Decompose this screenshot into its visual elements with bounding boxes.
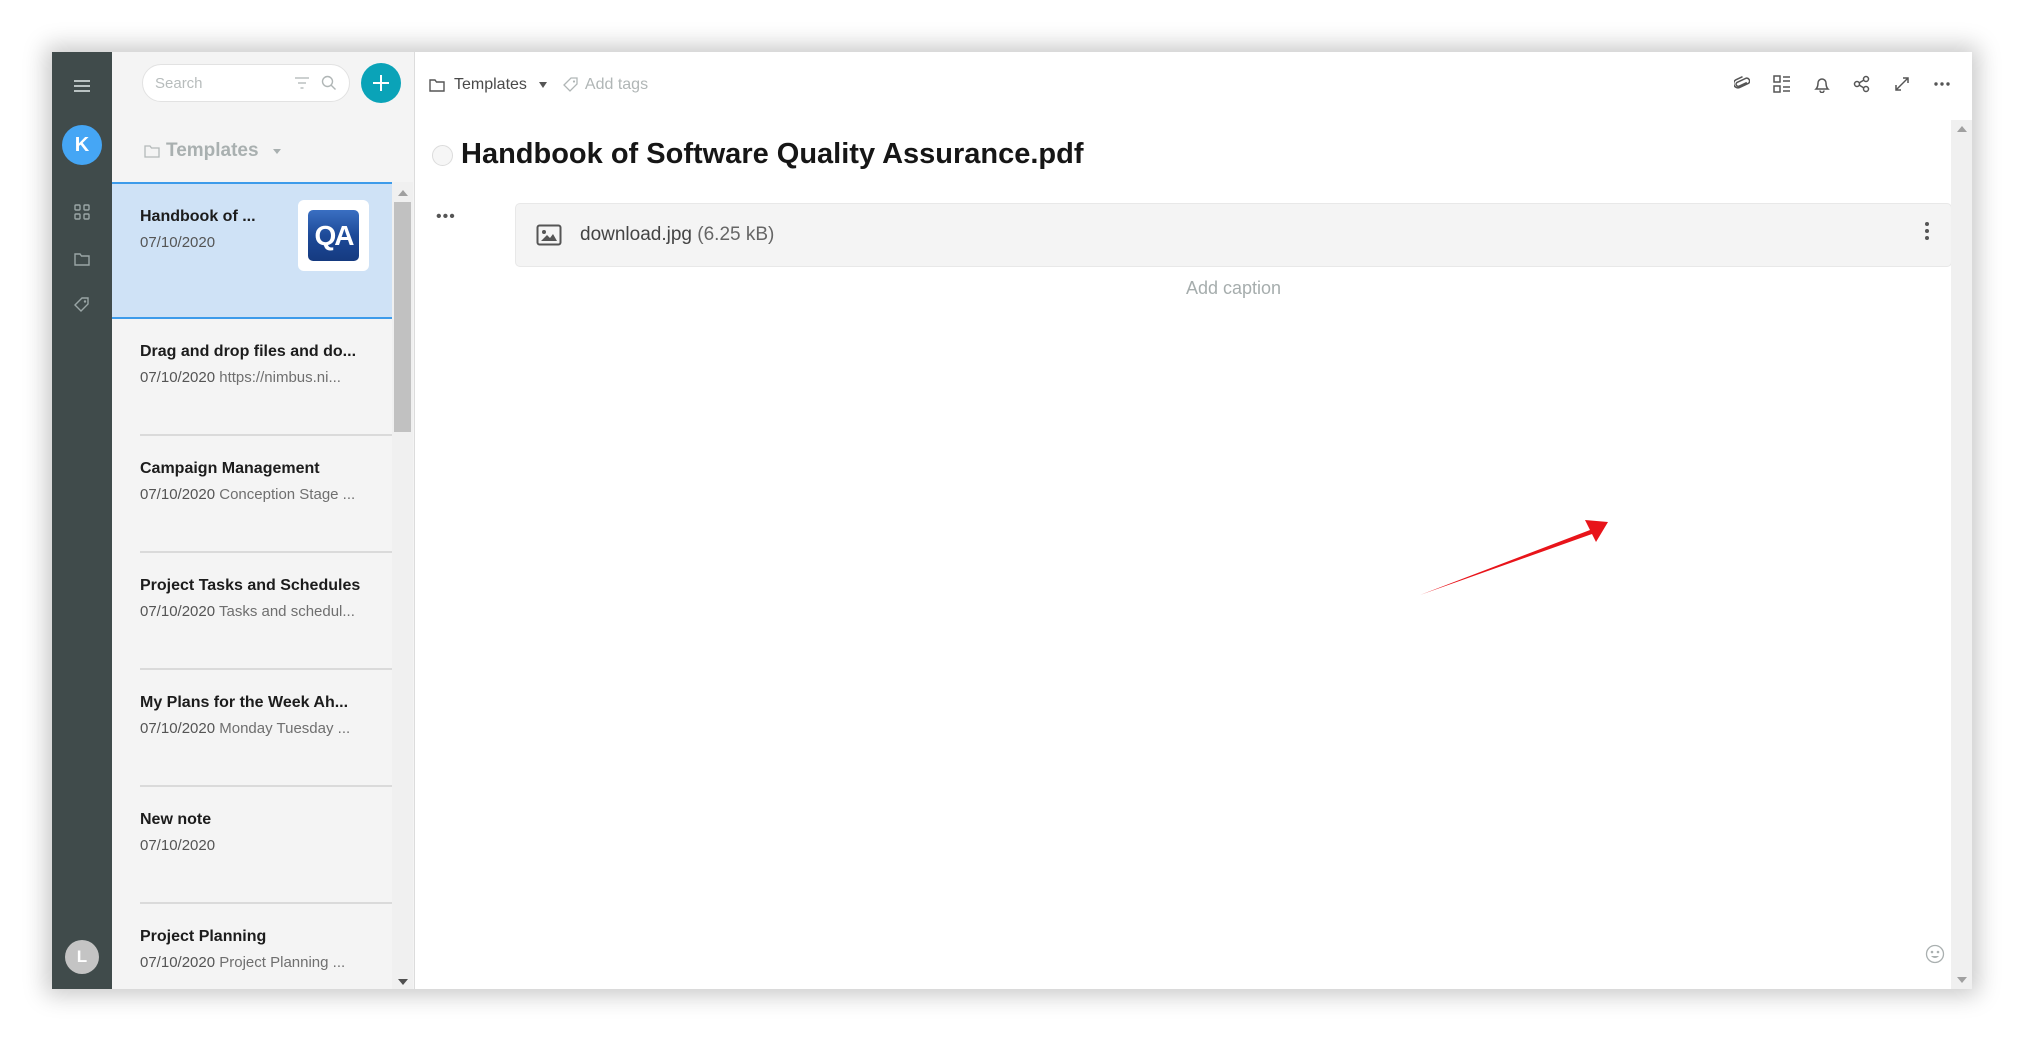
note-date: 07/10/2020 [140, 603, 216, 620]
attachment-name: download.jpg (6.25 kB) [580, 224, 774, 246]
note-list-item[interactable]: Campaign Management 07/10/2020 Conception… [112, 436, 392, 553]
note-editor: Templates Add tags Handbook of Software … [415, 52, 1972, 989]
search-input[interactable]: Search [142, 64, 350, 102]
file-size: (6.25 kB) [697, 224, 775, 245]
note-date: 07/10/2020 [140, 234, 216, 251]
note-title: Handbook of ... [140, 208, 256, 225]
note-list-item[interactable]: Project Tasks and Schedules 07/10/2020 Ta… [112, 553, 392, 670]
attachment-block[interactable]: download.jpg (6.25 kB) [515, 203, 1952, 267]
plus-icon [373, 75, 389, 91]
scroll-up-icon[interactable] [1957, 126, 1967, 132]
scroll-up-icon[interactable] [398, 190, 408, 196]
note-list-item[interactable]: Handbook of ... 07/10/2020 QA [112, 182, 392, 319]
folder-selector[interactable]: Templates [144, 140, 281, 162]
note-list-item[interactable]: New note 07/10/2020 [112, 787, 392, 904]
qa-logo: QA [308, 210, 359, 261]
attachment-menu-icon[interactable] [1925, 222, 1929, 240]
note-meta: 07/10/2020 Project Planning ... [140, 954, 345, 971]
scroll-down-icon[interactable] [1957, 977, 1967, 983]
note-preview: Monday Tuesday ... [219, 720, 351, 737]
nav-rail: K L [52, 52, 112, 989]
note-meta: 07/10/2020 Tasks and schedul... [140, 603, 355, 620]
bell-icon[interactable] [1812, 74, 1832, 94]
note-list-item[interactable]: My Plans for the Week Ah... 07/10/2020 Mo… [112, 670, 392, 787]
folder-name: Templates [166, 140, 259, 161]
note-title: New note [140, 811, 212, 828]
chevron-down-icon [272, 148, 281, 154]
note-title: Campaign Management [140, 460, 320, 477]
note-status-checkbox[interactable] [432, 145, 453, 166]
notes-scrollbar[interactable] [392, 182, 413, 989]
notes-list: Handbook of ... 07/10/2020 QA Drag and dro… [112, 182, 392, 989]
emoji-icon[interactable] [1925, 944, 1945, 969]
block-handle-icon[interactable]: ••• [436, 208, 456, 226]
user-avatar[interactable]: K [62, 125, 102, 165]
image-file-icon [536, 224, 562, 251]
folder-icon [429, 79, 445, 92]
note-meta: 07/10/2020 [140, 234, 215, 251]
file-name: download.jpg [580, 224, 692, 245]
app-window: K L Search Templates Handbook of ... 07/… [52, 52, 1972, 989]
expand-icon[interactable] [1892, 74, 1912, 94]
breadcrumb: Templates Add tags [429, 76, 648, 94]
more-icon[interactable] [1932, 74, 1952, 94]
search-icon[interactable] [321, 75, 337, 96]
folder-icon [144, 145, 160, 158]
note-title: Project Tasks and Schedules [140, 577, 361, 594]
scroll-down-icon[interactable] [398, 979, 408, 985]
grid-icon[interactable] [52, 201, 112, 223]
tag-icon [563, 77, 578, 92]
note-title: Drag and drop files and do... [140, 343, 357, 360]
note-preview: Conception Stage ... [219, 486, 356, 503]
note-folder-link[interactable]: Templates [454, 76, 527, 94]
account-avatar[interactable]: L [65, 940, 99, 974]
note-list-item[interactable]: Drag and drop files and do... 07/10/2020 … [112, 319, 392, 436]
notes-list-panel: Search Templates Handbook of ... 07/10/20… [112, 52, 415, 989]
paperclip-icon[interactable] [1732, 74, 1752, 94]
note-date: 07/10/2020 [140, 720, 216, 737]
caption-input[interactable]: Add caption [515, 278, 1952, 299]
note-meta: 07/10/2020 [140, 837, 215, 854]
filter-icon[interactable] [295, 76, 309, 94]
note-date: 07/10/2020 [140, 954, 216, 971]
note-preview: Tasks and schedul... [218, 603, 355, 620]
editor-scrollbar[interactable] [1951, 120, 1972, 989]
add-tags-button[interactable]: Add tags [585, 76, 648, 94]
note-title[interactable]: Handbook of Software Quality Assurance.p… [461, 138, 1084, 171]
scroll-thumb[interactable] [394, 202, 411, 432]
note-preview: Project Planning ... [219, 954, 346, 971]
note-preview: https://nimbus.ni... [219, 369, 341, 386]
share-icon[interactable] [1852, 74, 1872, 94]
note-list-item[interactable]: Project Planning 07/10/2020 Project Plann… [112, 904, 392, 989]
note-meta: 07/10/2020 https://nimbus.ni... [140, 369, 341, 386]
tag-icon[interactable] [52, 294, 112, 316]
add-note-button[interactable] [361, 63, 401, 103]
search-placeholder: Search [155, 75, 203, 92]
note-date: 07/10/2020 [140, 369, 216, 386]
chevron-down-icon[interactable] [538, 82, 547, 88]
note-title: My Plans for the Week Ah... [140, 694, 349, 711]
note-date: 07/10/2020 [140, 837, 216, 854]
checklist-icon[interactable] [1772, 74, 1792, 94]
folder-icon[interactable] [52, 248, 112, 270]
note-thumbnail: QA [298, 200, 369, 271]
note-meta: 07/10/2020 Monday Tuesday ... [140, 720, 350, 737]
editor-toolbar [1732, 74, 1952, 94]
note-title: Project Planning [140, 928, 267, 945]
note-date: 07/10/2020 [140, 486, 216, 503]
note-meta: 07/10/2020 Conception Stage ... [140, 486, 355, 503]
hamburger-icon[interactable] [52, 74, 112, 98]
